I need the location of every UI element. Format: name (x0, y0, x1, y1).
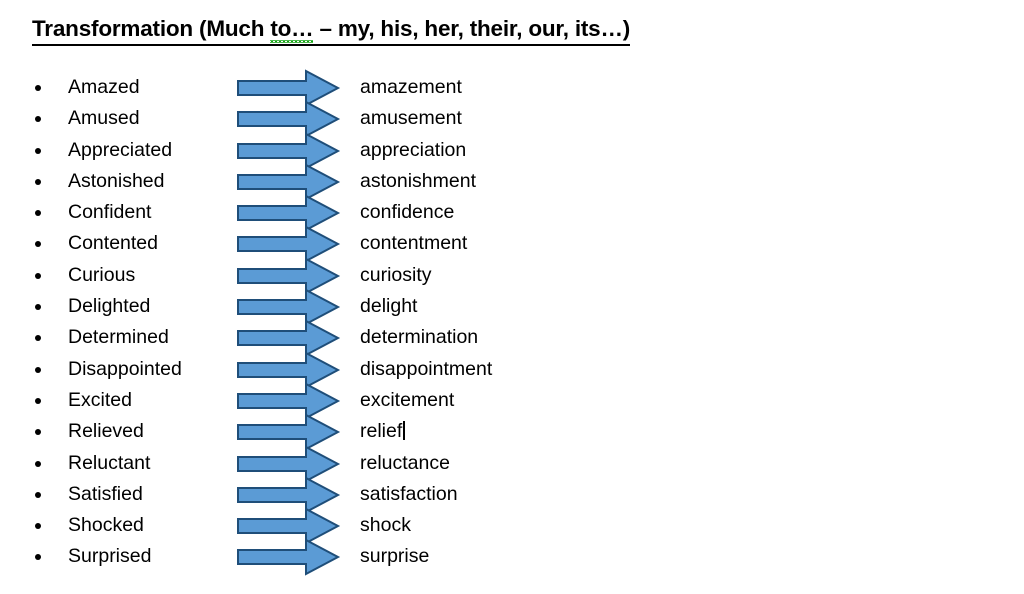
target-word: surprise (360, 545, 430, 568)
list-item: Amused amusement (0, 100, 1024, 138)
spellcheck-misspelled-word: to… (270, 16, 314, 43)
source-word: Appreciated (68, 138, 173, 161)
list-bullet (35, 397, 41, 404)
target-word: satisfaction (360, 482, 458, 505)
source-word: Shocked (68, 514, 144, 537)
source-word: Curious (68, 263, 136, 286)
source-word: Reluctant (68, 451, 151, 474)
list-item: Contented contentment (0, 225, 1024, 264)
source-word: Determined (68, 326, 169, 349)
list-bullet (35, 491, 41, 498)
target-word: disappointment (360, 357, 493, 380)
source-word: Confident (68, 201, 152, 224)
list-item: Determined determination (0, 319, 1024, 358)
right-arrow-icon (236, 538, 341, 577)
target-word: appreciation (360, 138, 467, 161)
source-word: Contented (68, 232, 158, 255)
list-bullet (35, 429, 41, 436)
target-word: determination (360, 326, 479, 349)
list-bullet (35, 554, 41, 561)
source-word: Satisfied (68, 482, 143, 505)
list-item: Surprised surprise (0, 538, 1024, 577)
list-bullet (35, 272, 41, 279)
target-word: relief (360, 418, 406, 444)
text-cursor (403, 421, 406, 441)
list-bullet (35, 210, 41, 217)
list-item: Confident confidence (0, 194, 1024, 232)
source-word: Disappointed (68, 357, 182, 380)
list-item: Reluctant reluctance (0, 444, 1024, 483)
list-bullet (35, 304, 41, 311)
page-title-suffix: – my, his, her, their, our, its…) (313, 16, 631, 41)
source-word: Amused (68, 107, 140, 130)
list-bullet (35, 178, 41, 185)
list-bullet (35, 147, 41, 154)
transformation-list: Amazed amazement Amused amusement Appreciate… (0, 69, 1024, 577)
target-word: excitement (360, 388, 455, 411)
list-bullet (35, 366, 41, 373)
source-word: Delighted (68, 295, 151, 318)
list-item: Astonished astonishment (0, 163, 1024, 201)
list-bullet (35, 241, 41, 248)
list-item: Excited excitement (0, 382, 1024, 420)
list-item: Curious curiosity (0, 257, 1024, 295)
list-item: Disappointed disappointment (0, 351, 1024, 389)
target-word: delight (360, 295, 418, 318)
target-word: shock (360, 514, 411, 537)
list-item: Delighted delight (0, 288, 1024, 326)
page-title-prefix: Transformation (Much (32, 16, 271, 41)
target-word: astonishment (360, 169, 476, 192)
list-bullet (35, 335, 41, 342)
list-item: Relieved relief (0, 413, 1024, 451)
target-word: amazement (360, 76, 462, 98)
list-item: Appreciated appreciation (0, 131, 1024, 170)
source-word: Amazed (68, 76, 140, 98)
list-item: Shocked shock (0, 507, 1024, 545)
page-title: Transformation (Much to… – my, his, her,… (32, 16, 630, 46)
list-bullet (35, 116, 41, 123)
list-item: Satisfied satisfaction (0, 476, 1024, 514)
source-word: Excited (68, 388, 132, 411)
source-word: Astonished (68, 169, 165, 192)
target-word: reluctance (360, 451, 450, 474)
target-word: contentment (360, 232, 468, 255)
target-word: confidence (360, 201, 455, 224)
source-word: Surprised (68, 545, 152, 568)
list-bullet (35, 523, 41, 530)
target-word: amusement (360, 107, 462, 130)
target-word: curiosity (360, 263, 432, 286)
source-word: Relieved (68, 420, 144, 443)
list-bullet (35, 85, 41, 91)
list-item: Amazed amazement (0, 69, 1024, 107)
list-bullet (35, 460, 41, 467)
